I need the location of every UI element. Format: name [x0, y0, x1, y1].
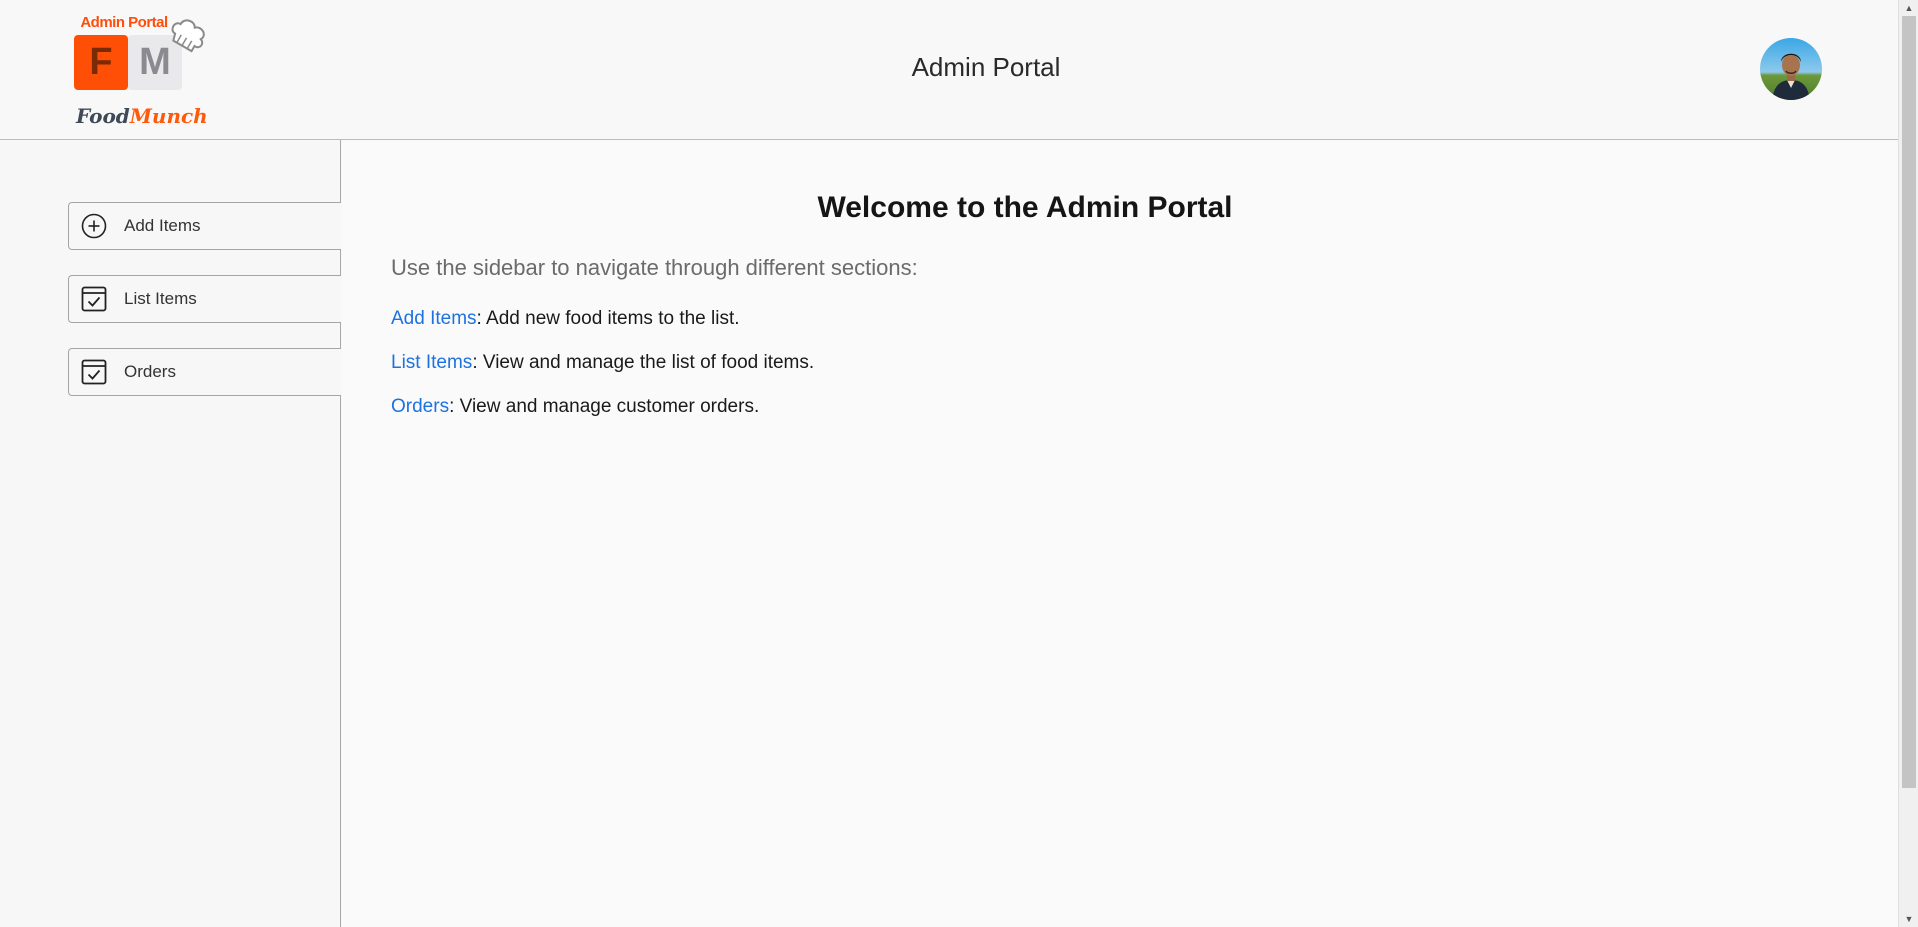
info-line-text: : View and manage the list of food items…: [472, 352, 815, 373]
brand-part-munch: Munch: [129, 104, 208, 128]
brand-part-food: Food: [76, 104, 130, 128]
page-title: Admin Portal: [911, 52, 1061, 82]
info-line-add-items: Add Items: Add new food items to the lis…: [391, 308, 740, 330]
checkbox-calendar-icon: [81, 286, 107, 312]
avatar-image: [1760, 38, 1822, 100]
orders-link[interactable]: Orders: [391, 396, 449, 417]
info-line-text: : View and manage customer orders.: [449, 396, 760, 417]
info-line-text: : Add new food items to the list.: [476, 308, 740, 329]
sidebar-item-orders[interactable]: Orders: [68, 348, 341, 396]
add-items-link[interactable]: Add Items: [391, 308, 477, 329]
logo-caption: Admin Portal: [80, 14, 168, 31]
user-avatar[interactable]: [1760, 38, 1822, 100]
app-header: Admin Portal F M FoodMunch Admin Portal: [0, 0, 1898, 140]
scrollbar-thumb[interactable]: [1902, 16, 1916, 788]
checkbox-calendar-icon: [81, 359, 107, 385]
list-items-link[interactable]: List Items: [391, 352, 472, 373]
sidebar-item-add-items[interactable]: Add Items: [68, 202, 341, 250]
sidebar: Add Items List Items Orders: [0, 140, 341, 927]
sidebar-item-label: Orders: [124, 362, 176, 381]
scroll-up-arrow-icon[interactable]: ▲: [1899, 0, 1918, 16]
add-circle-icon: [81, 213, 107, 239]
sidebar-item-list-items[interactable]: List Items: [68, 275, 341, 323]
info-line-orders: Orders: View and manage customer orders.: [391, 396, 759, 418]
sidebar-item-label: Add Items: [124, 216, 201, 235]
info-line-list-items: List Items: View and manage the list of …: [391, 352, 814, 374]
sidebar-item-label: List Items: [124, 289, 197, 308]
welcome-subtitle: Use the sidebar to navigate through diff…: [391, 255, 918, 280]
scroll-down-arrow-icon[interactable]: ▼: [1899, 911, 1918, 927]
welcome-heading: Welcome to the Admin Portal: [817, 191, 1233, 224]
logo-brand-name: FoodMunch: [76, 104, 208, 128]
vertical-scrollbar[interactable]: ▲ ▼: [1898, 0, 1918, 927]
main-content: Welcome to the Admin Portal Use the side…: [342, 141, 1898, 927]
